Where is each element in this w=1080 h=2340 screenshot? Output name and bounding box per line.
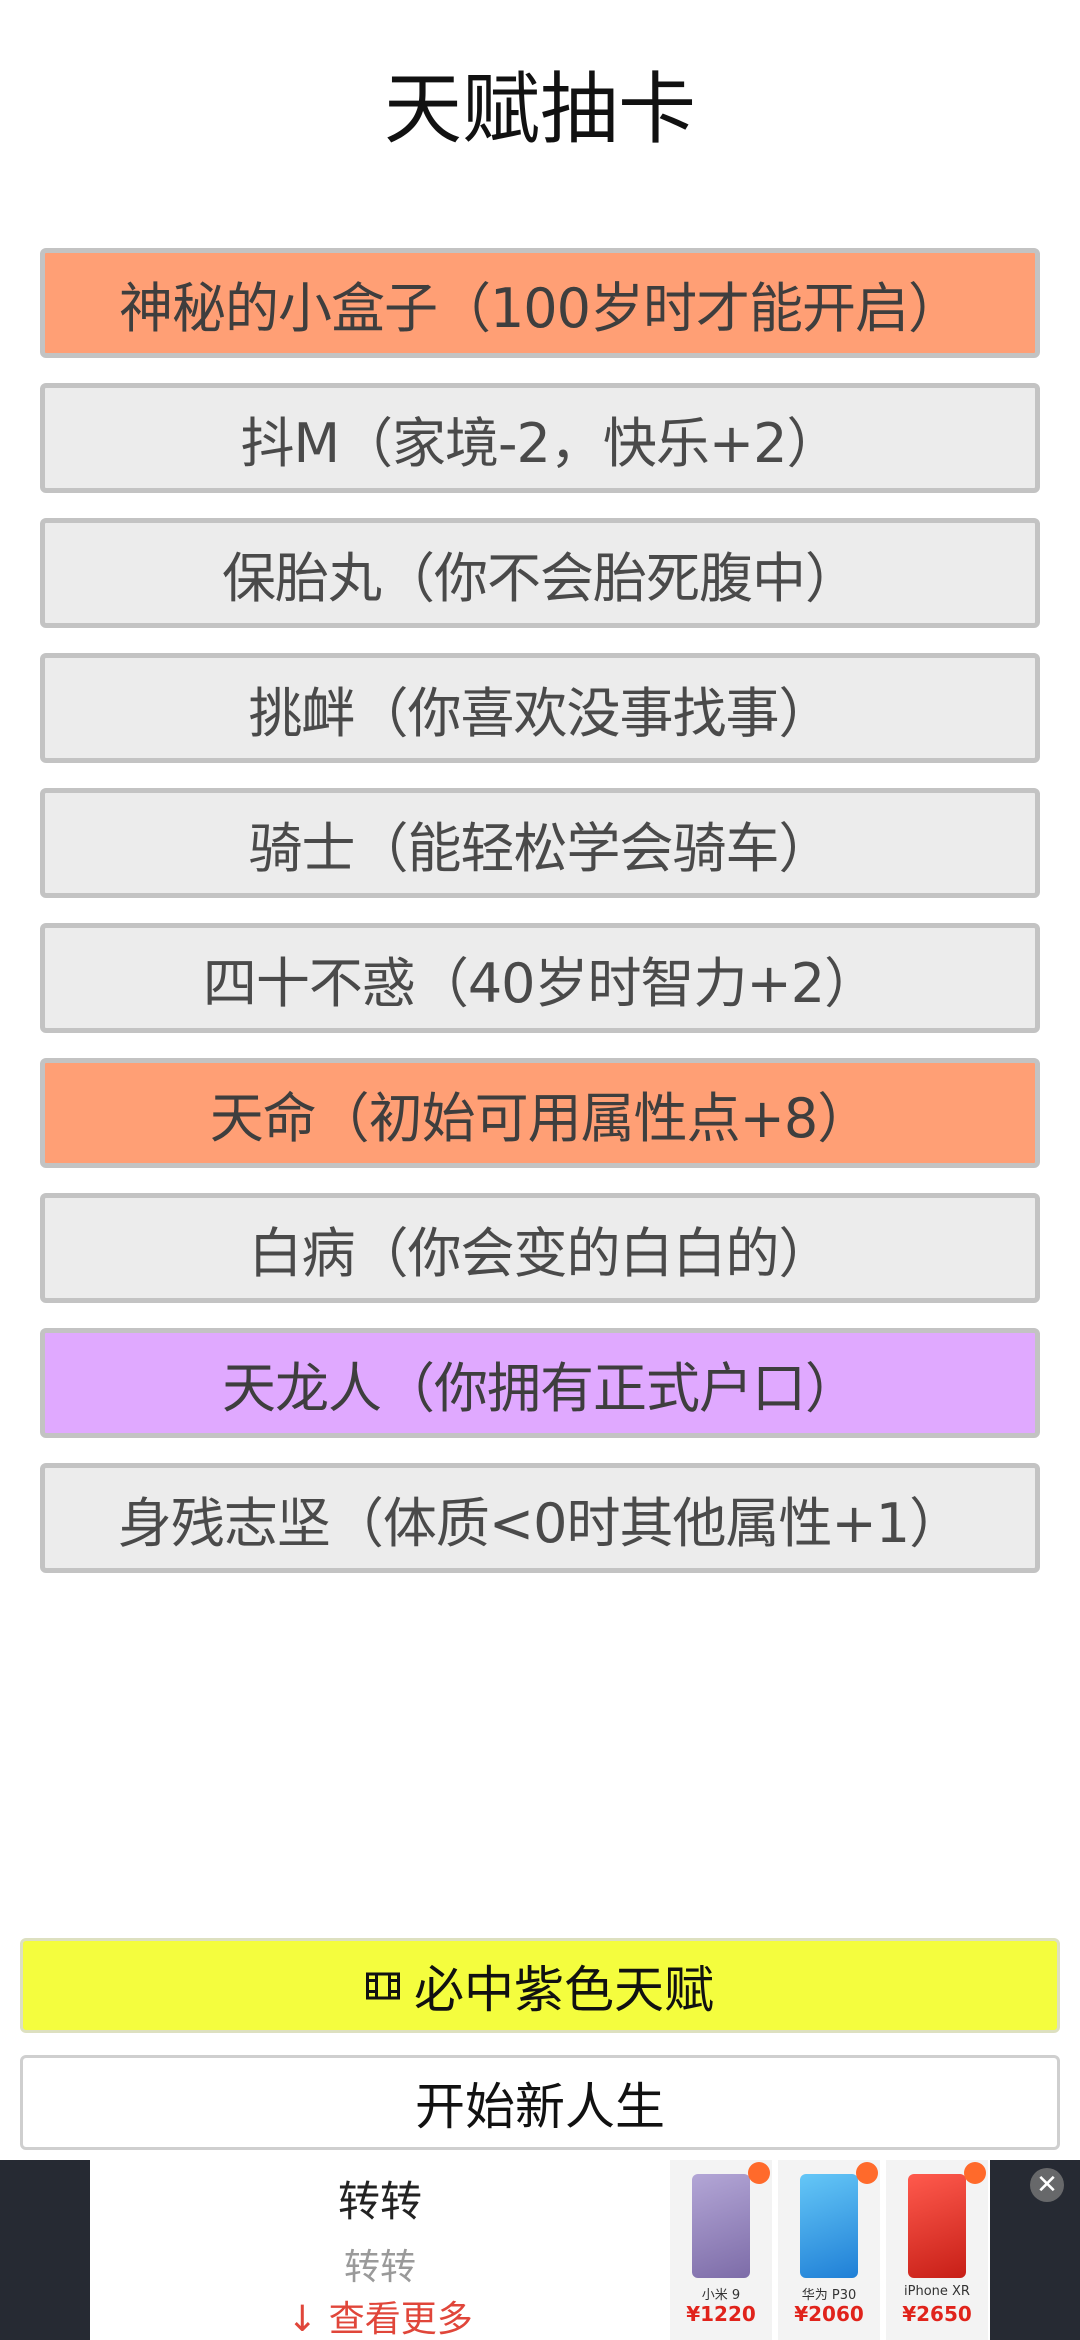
ad-product[interactable]: iPhone XR ¥2650: [886, 2160, 988, 2340]
guarantee-purple-button[interactable]: 必中紫色天赋: [20, 1938, 1060, 2033]
talent-label: 抖M（家境-2，快乐+2）: [240, 411, 840, 475]
talent-card[interactable]: 骑士（能轻松学会骑车）: [40, 788, 1040, 898]
ad-product[interactable]: 小米 9 ¥1220: [670, 2160, 772, 2340]
talent-label: 身残志坚（体质<0时其他属性+1）: [117, 1491, 963, 1555]
talent-label: 骑士（能轻松学会骑车）: [248, 816, 833, 880]
ad-content[interactable]: 转转 转转 ↓ 查看更多 小米 9 ¥1220 华为 P30 ¥2060 iPh…: [90, 2160, 1064, 2340]
talent-card[interactable]: 挑衅（你喜欢没事找事）: [40, 653, 1040, 763]
product-name: 小米 9: [701, 2288, 741, 2303]
talent-label: 白病（你会变的白白的）: [248, 1221, 833, 1285]
start-new-life-button[interactable]: 开始新人生: [20, 2055, 1060, 2150]
hot-badge-icon: [748, 2162, 770, 2184]
ad-more-link[interactable]: ↓ 查看更多: [250, 2290, 510, 2340]
talent-card[interactable]: 四十不惑（40岁时智力+2）: [40, 923, 1040, 1033]
talent-draw-page: 天赋抽卡 神秘的小盒子（100岁时才能开启） 抖M（家境-2，快乐+2） 保胎丸…: [0, 0, 1080, 2340]
talent-label: 天龙人（你拥有正式户口）: [222, 1356, 859, 1420]
talent-card[interactable]: 保胎丸（你不会胎死腹中）: [40, 518, 1040, 628]
product-name: iPhone XR: [904, 2284, 970, 2299]
talent-card[interactable]: 天龙人（你拥有正式户口）: [40, 1328, 1040, 1438]
ad-banner[interactable]: 转转 转转 ↓ 查看更多 小米 9 ¥1220 华为 P30 ¥2060 iPh…: [0, 2160, 1080, 2340]
product-price: ¥2060: [794, 2302, 864, 2326]
ad-subtitle: 转转: [343, 2247, 416, 2288]
phone-image: [800, 2174, 858, 2278]
film-icon: [366, 1972, 400, 1999]
product-name: 华为 P30: [801, 2288, 857, 2303]
page-title: 天赋抽卡: [383, 65, 696, 155]
close-icon[interactable]: ✕: [1030, 2168, 1064, 2202]
talent-list: 神秘的小盒子（100岁时才能开启） 抖M（家境-2，快乐+2） 保胎丸（你不会胎…: [40, 248, 1040, 1598]
product-price: ¥2650: [902, 2302, 972, 2326]
ad-title: 转转: [337, 2177, 422, 2226]
talent-label: 保胎丸（你不会胎死腹中）: [222, 546, 859, 610]
phone-image: [692, 2174, 750, 2278]
start-new-life-label: 开始新人生: [415, 2077, 665, 2136]
hot-badge-icon: [964, 2162, 986, 2184]
ad-products: 小米 9 ¥1220 华为 P30 ¥2060 iPhone XR ¥2650: [670, 2160, 990, 2340]
ad-product[interactable]: 华为 P30 ¥2060: [778, 2160, 880, 2340]
talent-label: 神秘的小盒子（100岁时才能开启）: [118, 276, 962, 340]
talent-card[interactable]: 神秘的小盒子（100岁时才能开启）: [40, 248, 1040, 358]
phone-image: [908, 2174, 966, 2278]
talent-label: 四十不惑（40岁时智力+2）: [202, 951, 878, 1015]
talent-card[interactable]: 天命（初始可用属性点+8）: [40, 1058, 1040, 1168]
product-price: ¥1220: [686, 2302, 756, 2326]
talent-card[interactable]: 抖M（家境-2，快乐+2）: [40, 383, 1040, 493]
talent-label: 挑衅（你喜欢没事找事）: [248, 681, 833, 745]
talent-card[interactable]: 身残志坚（体质<0时其他属性+1）: [40, 1463, 1040, 1573]
guarantee-purple-label: 必中紫色天赋: [414, 1960, 714, 2019]
talent-card[interactable]: 白病（你会变的白白的）: [40, 1193, 1040, 1303]
hot-badge-icon: [856, 2162, 878, 2184]
talent-label: 天命（初始可用属性点+8）: [209, 1086, 872, 1150]
